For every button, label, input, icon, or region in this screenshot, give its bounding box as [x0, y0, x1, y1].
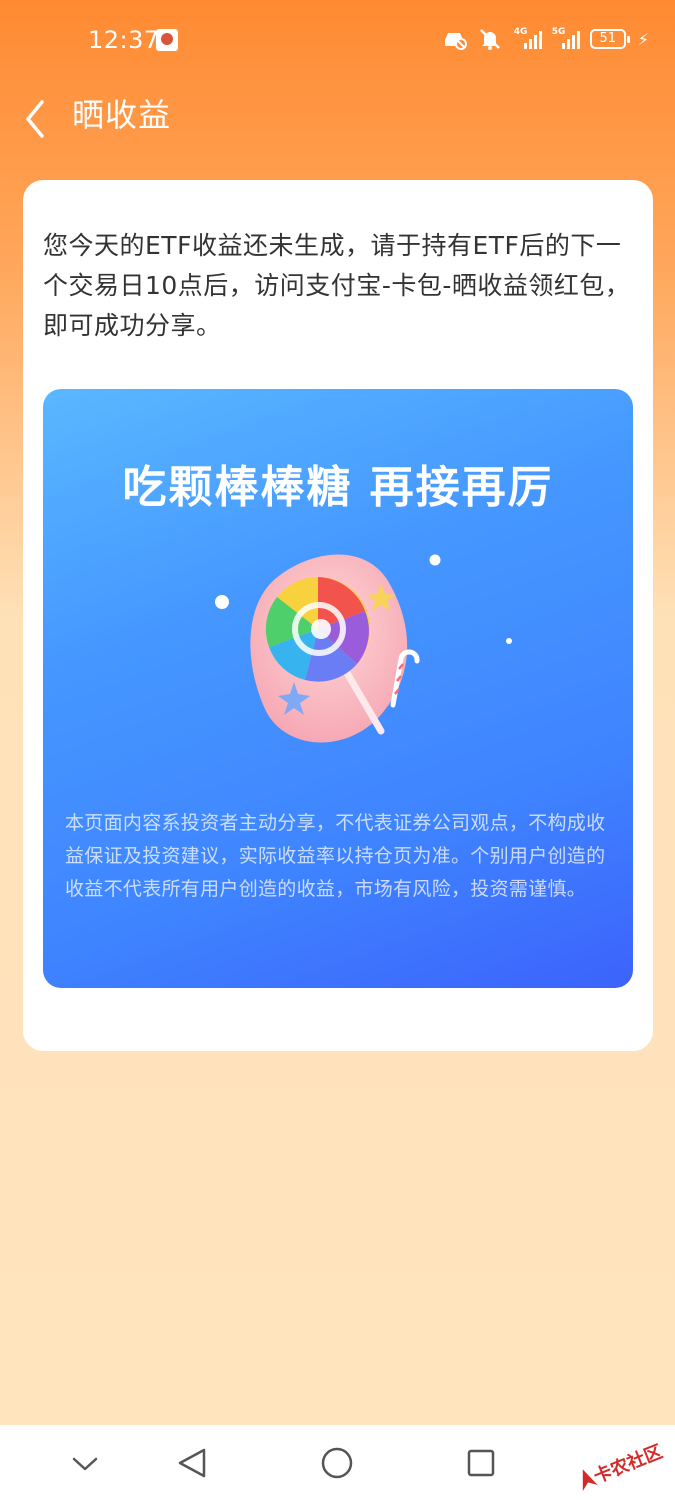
promo-title: 吃颗棒棒糖 再接再厉: [122, 462, 554, 513]
back-nav-button[interactable]: [168, 1439, 218, 1489]
watermark-text: 卡农社区: [590, 1441, 666, 1488]
lollipop-icon: [265, 577, 370, 682]
status-bar: 12:37 4G 5G 51 ⚡: [0, 0, 675, 80]
status-time: 12:37: [88, 26, 160, 54]
watermark: 卡农社区: [569, 1428, 673, 1500]
signal-5g-icon: 5G: [552, 27, 580, 49]
chevron-down-icon: [72, 1457, 98, 1471]
content-card: 您今天的ETF收益还未生成，请于持有ETF后的下一个交易日10点后，访问支付宝-…: [23, 180, 653, 1051]
signal-4g-icon: 4G: [514, 27, 542, 49]
car-mode-icon: [442, 28, 468, 50]
chevron-left-icon: [26, 100, 44, 138]
earnings-message: 您今天的ETF收益还未生成，请于持有ETF后的下一个交易日10点后，访问支付宝-…: [43, 231, 631, 340]
status-icons: 4G 5G 51 ⚡: [442, 27, 649, 50]
recents-button[interactable]: [456, 1439, 506, 1489]
sparkle-dot: [506, 638, 512, 644]
collapse-button[interactable]: [60, 1439, 110, 1489]
back-button[interactable]: [18, 88, 62, 138]
header: 晒收益: [0, 80, 675, 146]
sparkle-dot: [429, 554, 441, 566]
square-recents-icon: [467, 1449, 495, 1477]
system-navigation-bar: 卡农社区: [0, 1425, 675, 1500]
home-button[interactable]: [312, 1439, 362, 1489]
battery-icon: 51: [589, 29, 630, 49]
circle-home-icon: [321, 1447, 353, 1479]
app-notification-icon: [156, 29, 178, 51]
page-title: 晒收益: [72, 96, 172, 134]
charging-icon: ⚡: [637, 29, 649, 49]
sparkle-dot: [215, 595, 229, 609]
mute-bell-icon: [478, 28, 504, 50]
lollipop-illustration: [215, 554, 512, 743]
disclaimer-text: 本页面内容系投资者主动分享，不代表证券公司观点，不构成收益保证及投资建议，实际收…: [65, 812, 606, 900]
promo-banner: 吃颗棒棒糖 再接再厉 本页面内容系投资者主动分享，不代表证券公司观点，不构成收益…: [43, 389, 633, 988]
triangle-back-icon: [178, 1448, 206, 1478]
